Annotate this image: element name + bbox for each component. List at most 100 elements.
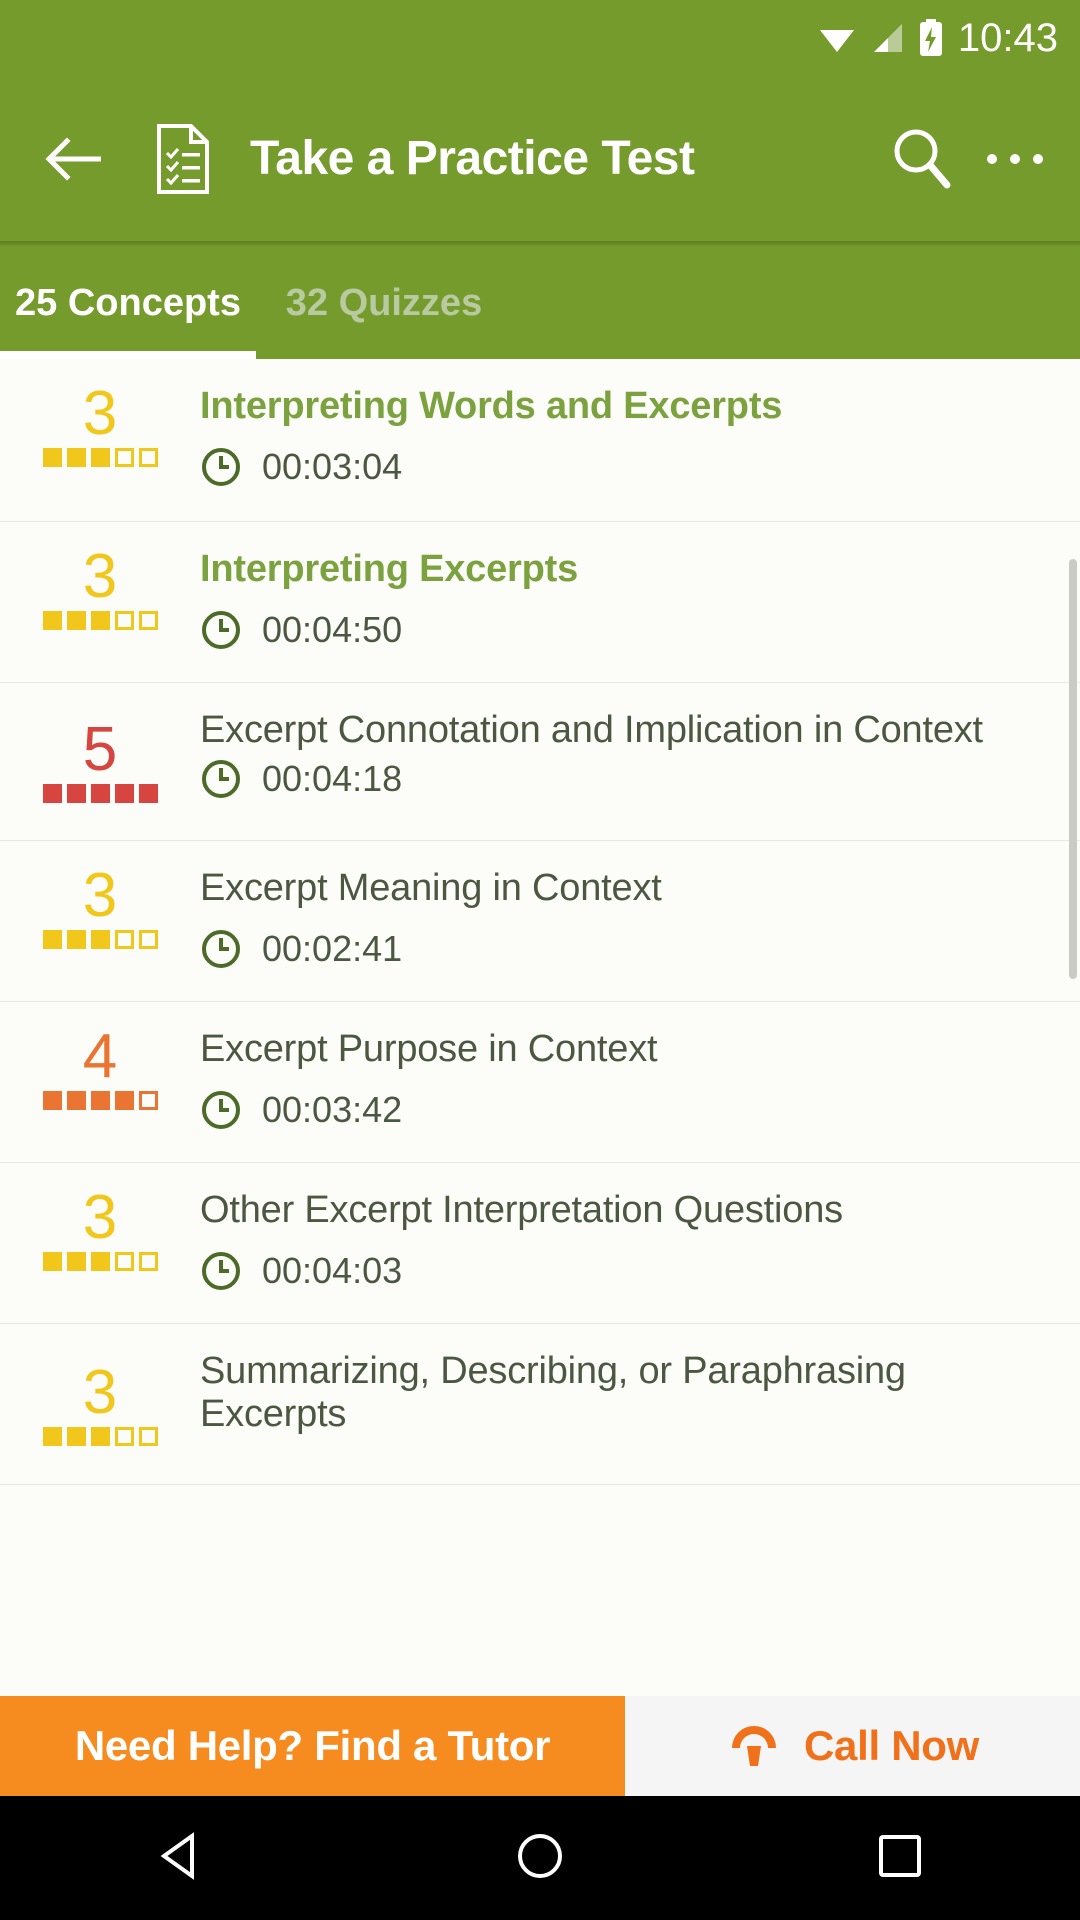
score-box bbox=[66, 930, 86, 950]
find-tutor-button[interactable]: Need Help? Find a Tutor bbox=[0, 1696, 625, 1796]
score-value: 5 bbox=[82, 715, 118, 784]
score-boxes bbox=[42, 930, 158, 950]
concept-title: Excerpt Purpose in Context bbox=[200, 1028, 658, 1070]
score-box bbox=[66, 1091, 86, 1111]
clock-icon bbox=[200, 446, 242, 488]
row-body: Excerpt Meaning in Context 00:02:41 bbox=[200, 841, 1080, 992]
tab-quizzes[interactable]: 32 Quizzes bbox=[256, 247, 512, 359]
table-row[interactable]: 3 Excerpt Meaning in Context 00:02:41 bbox=[0, 841, 1080, 1002]
concept-list[interactable]: 3 Interpreting Words and Excerpts 00:03:… bbox=[0, 359, 1080, 1920]
tab-active-indicator bbox=[0, 351, 256, 359]
square-recents-icon bbox=[877, 1833, 923, 1884]
time-line: 00:04:18 bbox=[200, 758, 1050, 800]
elapsed-time: 00:03:04 bbox=[262, 446, 403, 488]
concept-title: Other Excerpt Interpretation Questions bbox=[200, 1189, 843, 1231]
tab-bar: 25 Concepts 32 Quizzes bbox=[0, 247, 1080, 359]
concept-title: Excerpt Connotation and Implication in C… bbox=[200, 709, 983, 751]
phone-icon bbox=[726, 1718, 782, 1775]
score-box bbox=[90, 784, 110, 804]
score-box bbox=[138, 1091, 158, 1111]
score-box bbox=[90, 448, 110, 468]
score-box bbox=[138, 1427, 158, 1447]
table-row[interactable]: 3 Other Excerpt Interpretation Questions… bbox=[0, 1163, 1080, 1324]
score-box bbox=[42, 1252, 62, 1272]
score-boxes bbox=[42, 1427, 158, 1447]
tab-concepts[interactable]: 25 Concepts bbox=[0, 247, 256, 359]
cell-signal-icon bbox=[870, 23, 904, 53]
nav-home-button[interactable] bbox=[480, 1796, 600, 1920]
score-indicator: 3 bbox=[0, 1324, 200, 1447]
call-now-button[interactable]: Call Now bbox=[625, 1696, 1080, 1796]
time-line: 00:02:41 bbox=[200, 928, 1050, 970]
clock-icon bbox=[200, 758, 242, 800]
search-button[interactable] bbox=[878, 116, 964, 202]
score-box bbox=[42, 930, 62, 950]
more-vertical-icon-dot2 bbox=[1009, 153, 1020, 164]
table-row[interactable]: 5 Excerpt Connotation and Implication in… bbox=[0, 683, 1080, 841]
table-row[interactable]: 3 Summarizing, Describing, or Paraphrasi… bbox=[0, 1324, 1080, 1485]
score-boxes bbox=[42, 611, 158, 631]
score-box bbox=[66, 1427, 86, 1447]
score-value: 3 bbox=[82, 1183, 118, 1252]
score-box bbox=[138, 784, 158, 804]
score-box bbox=[66, 448, 86, 468]
score-box bbox=[42, 1091, 62, 1111]
score-box bbox=[66, 611, 86, 631]
score-indicator: 3 bbox=[0, 359, 200, 468]
tab-concepts-label: 25 Concepts bbox=[15, 281, 241, 324]
row-body: Summarizing, Describing, or Paraphrasing… bbox=[200, 1324, 1080, 1459]
score-value: 3 bbox=[82, 542, 118, 611]
status-bar: 10:43 bbox=[0, 0, 1080, 76]
tutor-banner: Need Help? Find a Tutor Call Now bbox=[0, 1696, 1080, 1796]
list-scrollbar[interactable] bbox=[1069, 559, 1077, 979]
practice-test-document-icon bbox=[148, 119, 218, 199]
back-button[interactable] bbox=[30, 114, 120, 204]
score-indicator: 5 bbox=[0, 683, 200, 804]
concept-title: Excerpt Meaning in Context bbox=[200, 867, 662, 909]
score-box bbox=[42, 448, 62, 468]
circle-home-icon bbox=[516, 1832, 564, 1885]
score-box bbox=[90, 1427, 110, 1447]
score-box bbox=[138, 930, 158, 950]
elapsed-time: 00:04:50 bbox=[262, 609, 403, 651]
table-row[interactable]: 3 Interpreting Excerpts 00:04:50 bbox=[0, 522, 1080, 683]
score-box bbox=[114, 1427, 134, 1447]
score-indicator: 3 bbox=[0, 841, 200, 950]
score-box bbox=[138, 1252, 158, 1272]
row-body: Excerpt Purpose in Context 00:03:42 bbox=[200, 1002, 1080, 1153]
score-indicator: 3 bbox=[0, 1163, 200, 1272]
table-row[interactable]: 3 Interpreting Words and Excerpts 00:03:… bbox=[0, 359, 1080, 522]
status-bar-clock: 10:43 bbox=[957, 16, 1058, 60]
nav-back-button[interactable] bbox=[120, 1796, 240, 1920]
find-tutor-label: Need Help? Find a Tutor bbox=[74, 1722, 551, 1769]
score-box bbox=[66, 1252, 86, 1272]
score-box bbox=[90, 1091, 110, 1111]
elapsed-time: 00:04:03 bbox=[262, 1250, 403, 1292]
row-body: Excerpt Connotation and Implication in C… bbox=[200, 683, 1080, 822]
more-vertical-icon bbox=[986, 153, 997, 164]
elapsed-time: 00:02:41 bbox=[262, 928, 403, 970]
score-box bbox=[114, 448, 134, 468]
nav-recents-button[interactable] bbox=[840, 1796, 960, 1920]
score-box bbox=[114, 611, 134, 631]
score-box bbox=[114, 1091, 134, 1111]
time-line: 00:03:04 bbox=[200, 446, 1050, 488]
score-boxes bbox=[42, 1252, 158, 1272]
clock-icon bbox=[200, 1089, 242, 1131]
clock-icon bbox=[200, 1250, 242, 1292]
score-box bbox=[42, 1427, 62, 1447]
score-boxes bbox=[42, 448, 158, 468]
score-box bbox=[114, 784, 134, 804]
row-body: Interpreting Words and Excerpts 00:03:04 bbox=[200, 359, 1080, 510]
overflow-menu-button[interactable] bbox=[980, 116, 1050, 202]
more-vertical-icon-dot3 bbox=[1033, 153, 1044, 164]
score-box bbox=[138, 448, 158, 468]
score-box bbox=[114, 1252, 134, 1272]
battery-charging-icon bbox=[918, 19, 944, 57]
time-line: 00:04:50 bbox=[200, 609, 1050, 651]
score-value: 3 bbox=[82, 1358, 118, 1427]
score-value: 4 bbox=[82, 1022, 118, 1091]
table-row[interactable]: 4 Excerpt Purpose in Context 00:03:42 bbox=[0, 1002, 1080, 1163]
elapsed-time: 00:04:18 bbox=[262, 758, 403, 800]
triangle-back-icon bbox=[158, 1831, 202, 1885]
